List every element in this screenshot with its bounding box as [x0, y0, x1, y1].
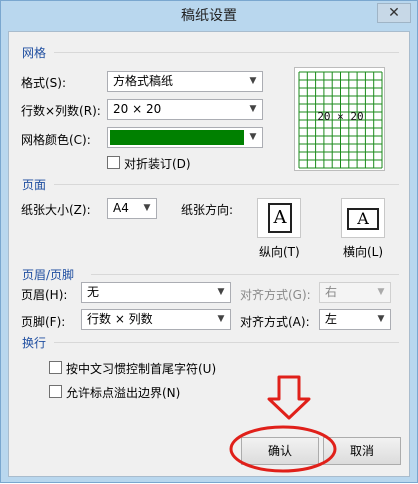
chevron-down-icon: ▼: [249, 132, 257, 142]
landscape-label[interactable]: 横向(L): [343, 243, 383, 260]
section-divider: [54, 342, 399, 343]
format-select[interactable]: 方格式稿纸 ▼: [107, 71, 263, 92]
section-title-grid: 网格: [22, 46, 47, 60]
footer-align-label: 对齐方式(A):: [240, 315, 310, 329]
section-title-page: 页面: [22, 178, 47, 192]
chinese-wrap-checkbox[interactable]: [49, 361, 62, 374]
grid-color-label: 网格颜色(C):: [21, 133, 91, 147]
header-align-select: 右 ▼: [319, 282, 391, 303]
section-divider: [54, 52, 399, 53]
fold-binding-label: 对折装订(D): [124, 157, 191, 171]
paper-size-label: 纸张大小(Z):: [21, 203, 91, 217]
section-title-wrap: 换行: [22, 336, 47, 350]
orientation-label: 纸张方向:: [181, 203, 234, 217]
rowcol-label: 行数×列数(R):: [21, 104, 101, 118]
chevron-down-icon: ▼: [217, 287, 225, 297]
cancel-button[interactable]: 取消: [323, 437, 401, 465]
chevron-down-icon: ▼: [217, 314, 225, 324]
header-align-label: 对齐方式(G):: [240, 288, 311, 302]
rowcol-select[interactable]: 20 × 20 ▼: [107, 99, 263, 120]
section-divider: [54, 184, 399, 185]
footer-align-select[interactable]: 左 ▼: [319, 309, 391, 330]
dialog-body: 网格 格式(S): 方格式稿纸 ▼ 行数×列数(R): 20 × 20 ▼ 网格…: [8, 31, 410, 477]
format-value: 方格式稿纸: [113, 74, 174, 88]
header-align-value: 右: [325, 285, 338, 299]
rowcol-value: 20 × 20: [113, 102, 162, 116]
footer-align-value: 左: [325, 312, 338, 326]
page-setup-dialog: 稿纸设置 ✕ 网格 格式(S): 方格式稿纸 ▼ 行数×列数(R): 20 × …: [0, 0, 418, 483]
footer-label: 页脚(F):: [21, 315, 66, 329]
landscape-glyph: A: [357, 209, 369, 228]
grid-preview-text: 20 × 20: [317, 110, 364, 123]
chevron-down-icon: ▼: [143, 203, 151, 213]
footer-select[interactable]: 行数 × 列数 ▼: [81, 309, 231, 330]
portrait-label[interactable]: 纵向(T): [259, 243, 300, 260]
punctuation-overflow-label: 允许标点溢出边界(N): [66, 386, 181, 400]
grid-color-swatch: [110, 130, 244, 145]
chevron-down-icon: ▼: [249, 104, 257, 114]
header-label: 页眉(H):: [21, 288, 68, 302]
header-value: 无: [87, 285, 100, 299]
footer-value: 行数 × 列数: [87, 312, 153, 326]
paper-size-value: A4: [113, 201, 129, 215]
chinese-wrap-label: 按中文习惯控制首尾字符(U): [66, 362, 217, 376]
header-select[interactable]: 无 ▼: [81, 282, 231, 303]
punctuation-overflow-checkbox[interactable]: [49, 385, 62, 398]
grid-color-select[interactable]: ▼: [107, 127, 263, 148]
chevron-down-icon: ▼: [377, 287, 385, 297]
portrait-glyph: A: [273, 207, 287, 228]
landscape-icon: A: [347, 208, 379, 230]
section-title-header-footer: 页眉/页脚: [22, 268, 75, 282]
format-label: 格式(S):: [21, 76, 67, 90]
chevron-down-icon: ▼: [377, 314, 385, 324]
dialog-title: 稿纸设置: [181, 8, 237, 24]
portrait-button[interactable]: A: [257, 198, 301, 238]
chevron-down-icon: ▼: [249, 76, 257, 86]
grid-preview: 20 × 20: [294, 67, 385, 171]
portrait-icon: A: [268, 203, 292, 233]
ok-button[interactable]: 确认: [241, 437, 319, 465]
close-button[interactable]: ✕: [377, 3, 411, 23]
paper-size-select[interactable]: A4 ▼: [107, 198, 157, 219]
fold-binding-checkbox[interactable]: [107, 156, 120, 169]
section-divider: [91, 274, 399, 275]
close-icon: ✕: [388, 5, 400, 21]
landscape-button[interactable]: A: [341, 198, 385, 238]
